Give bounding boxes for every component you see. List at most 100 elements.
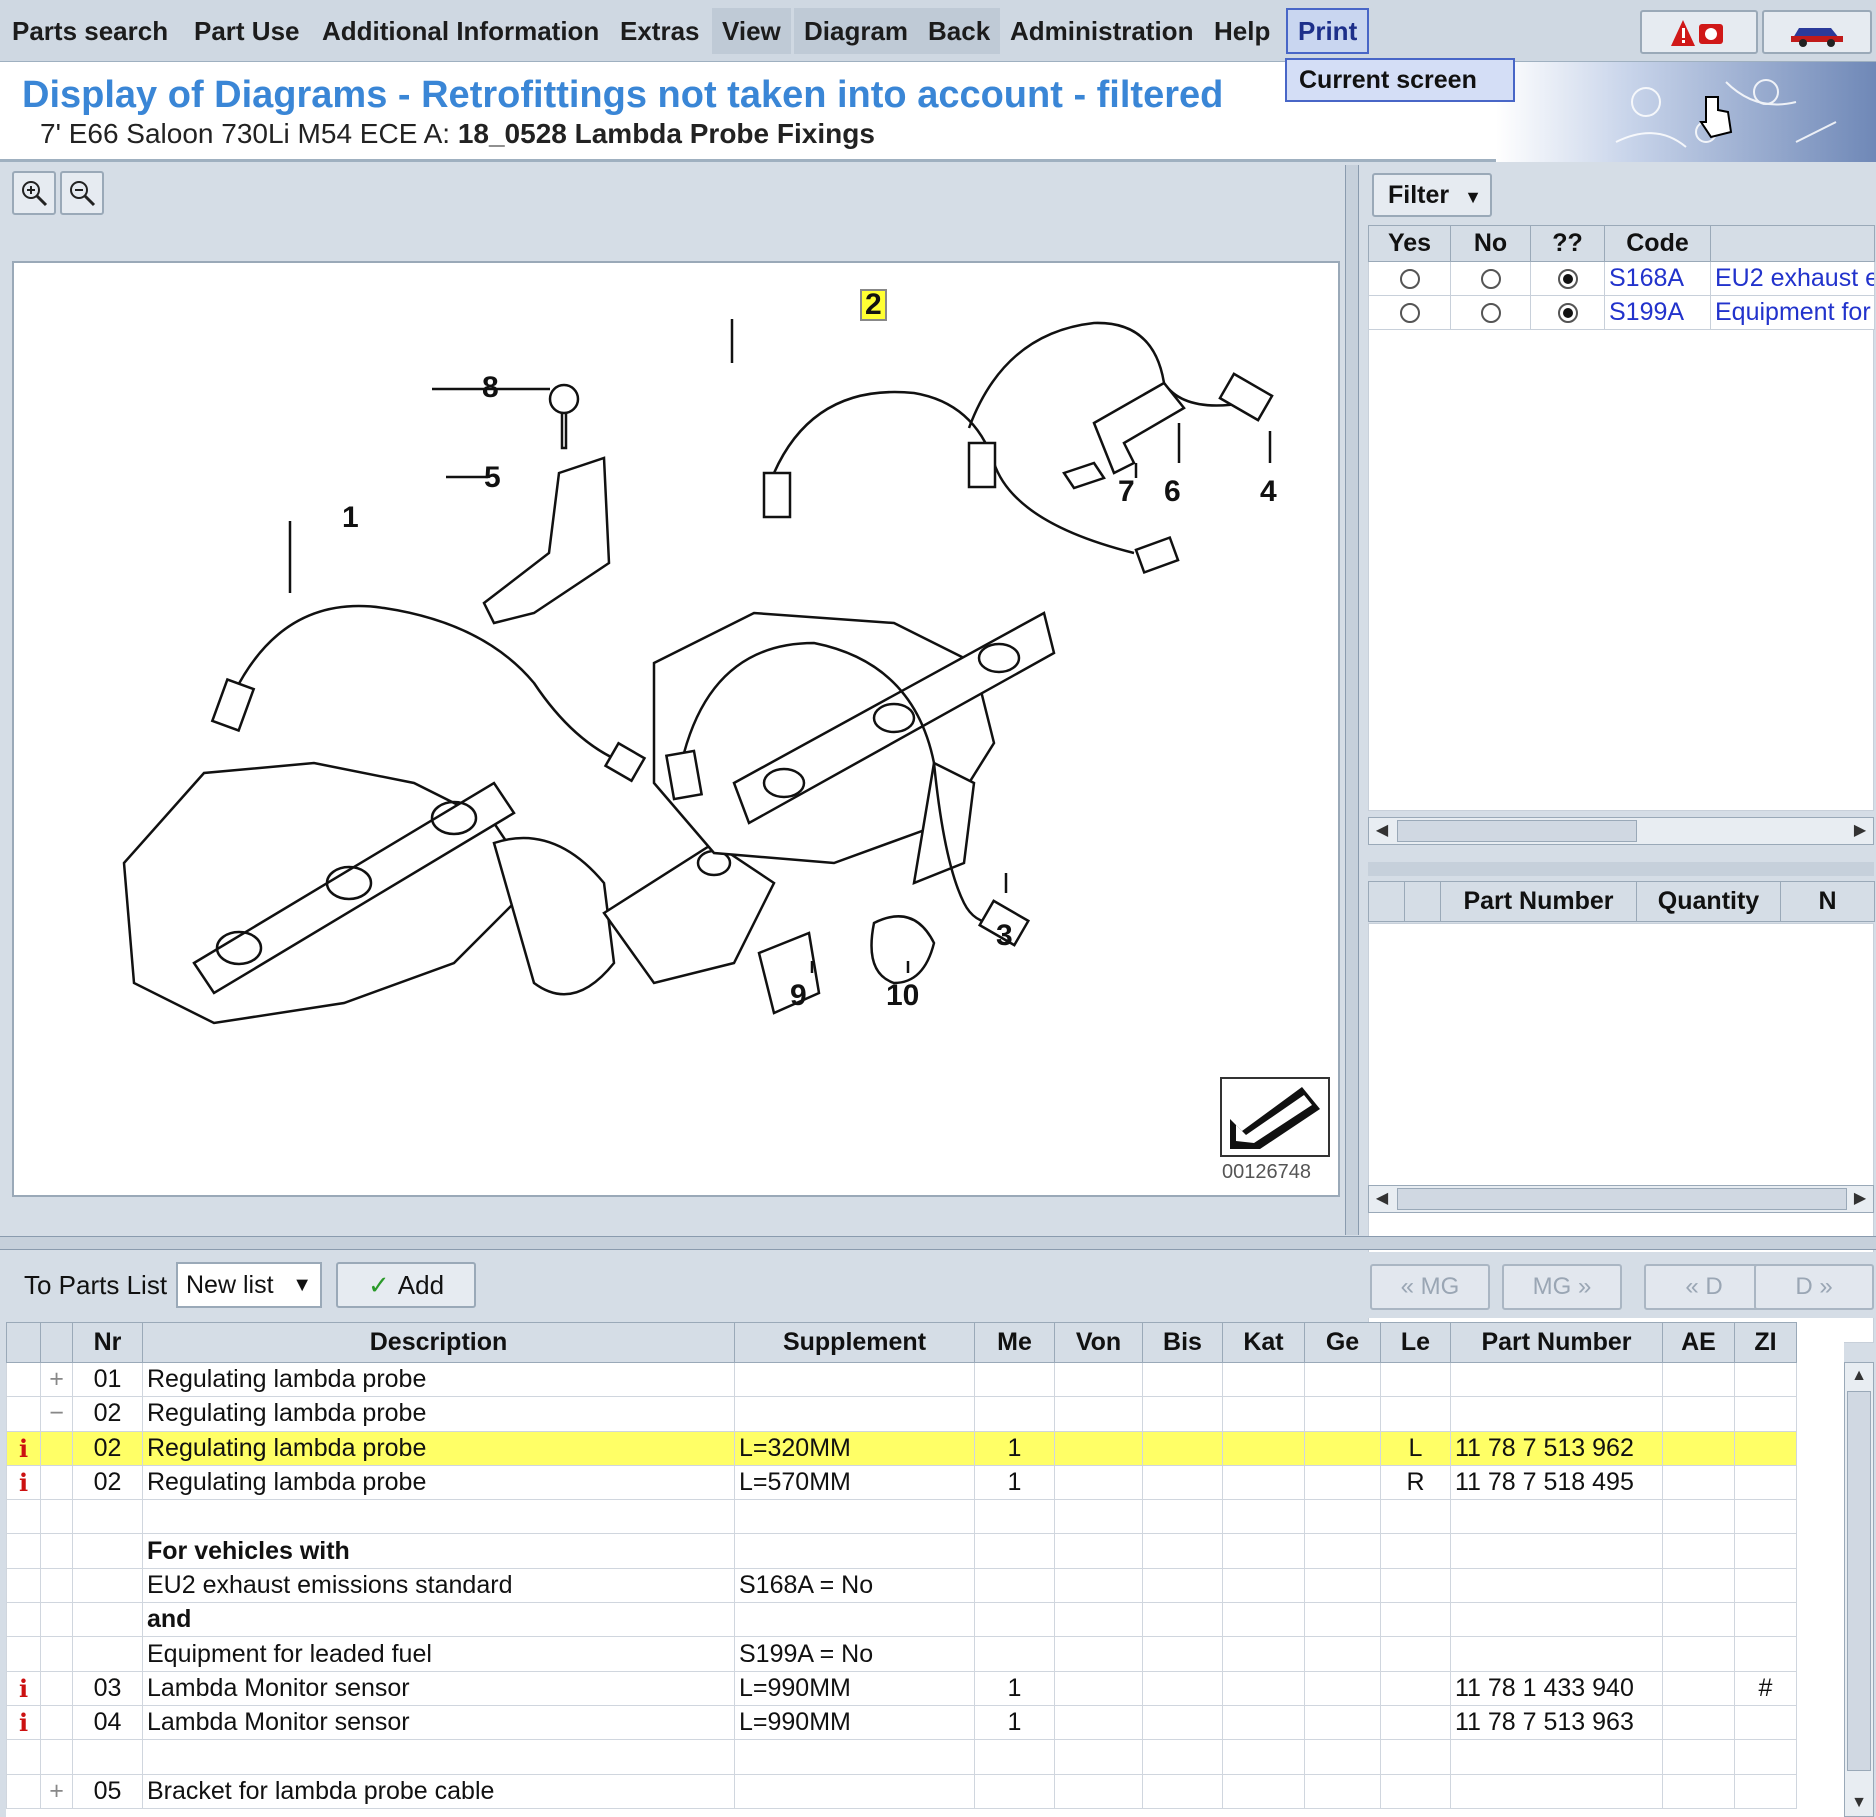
filter-col-description[interactable] bbox=[1710, 225, 1875, 262]
menu-additional-information[interactable]: Additional Information bbox=[312, 8, 609, 54]
scroll-up-icon[interactable]: ▲ bbox=[1845, 1363, 1873, 1389]
parts-list-select[interactable]: New list ▼ bbox=[176, 1262, 322, 1308]
scroll-right-icon[interactable]: ▶ bbox=[1847, 1186, 1873, 1212]
zoom-out-button[interactable] bbox=[60, 171, 104, 215]
info-icon[interactable]: i bbox=[6, 1704, 41, 1741]
tree-toggle-icon[interactable] bbox=[40, 1499, 73, 1535]
tree-toggle-icon[interactable] bbox=[40, 1430, 73, 1466]
menu-administration[interactable]: Administration bbox=[1000, 8, 1203, 54]
next-main-group-button[interactable]: MG » bbox=[1502, 1264, 1622, 1310]
col-bis[interactable]: Bis bbox=[1142, 1322, 1223, 1363]
filter-col-yes[interactable]: Yes bbox=[1368, 225, 1451, 262]
horizontal-splitter[interactable] bbox=[0, 1236, 1876, 1250]
table-row[interactable]: Equipment for leaded fuel S199A = No bbox=[6, 1636, 1797, 1672]
col-zi[interactable]: ZI bbox=[1734, 1322, 1797, 1363]
filter-col-code[interactable]: Code bbox=[1604, 225, 1711, 262]
info-icon[interactable] bbox=[6, 1602, 41, 1638]
info-icon[interactable]: i bbox=[6, 1430, 41, 1466]
filter-dropdown-button[interactable]: Filter ▼ bbox=[1372, 173, 1492, 217]
callout-10[interactable]: 10 bbox=[886, 979, 919, 1013]
prev-diagram-button[interactable]: « D bbox=[1644, 1264, 1764, 1310]
parts-vertical-scrollbar[interactable]: ▲ ▼ bbox=[1844, 1362, 1874, 1817]
tree-toggle-icon[interactable] bbox=[40, 1636, 73, 1672]
table-row[interactable] bbox=[6, 1739, 1797, 1775]
scroll-thumb[interactable] bbox=[1847, 1391, 1871, 1771]
scroll-left-icon[interactable]: ◀ bbox=[1369, 818, 1395, 844]
next-diagram-nav-button[interactable]: D » bbox=[1754, 1264, 1874, 1310]
next-diagram-button[interactable] bbox=[1220, 1077, 1330, 1157]
tree-toggle-icon[interactable] bbox=[40, 1567, 73, 1604]
col-von[interactable]: Von bbox=[1054, 1322, 1143, 1363]
col-ge[interactable]: Ge bbox=[1304, 1322, 1381, 1363]
pn-col-n[interactable]: N bbox=[1780, 881, 1875, 922]
col-kat[interactable]: Kat bbox=[1222, 1322, 1305, 1363]
scroll-down-icon[interactable]: ▼ bbox=[1845, 1790, 1873, 1816]
callout-6[interactable]: 6 bbox=[1164, 475, 1181, 509]
col-me[interactable]: Me bbox=[974, 1322, 1055, 1363]
radio-yes[interactable] bbox=[1399, 303, 1420, 324]
pn-col-part-number[interactable]: Part Number bbox=[1440, 881, 1637, 922]
menu-print[interactable]: Print bbox=[1286, 8, 1370, 54]
radio-no[interactable] bbox=[1480, 269, 1501, 290]
info-icon[interactable] bbox=[6, 1773, 41, 1809]
table-row[interactable]: +01 Regulating lambda probe bbox=[6, 1361, 1797, 1398]
menu-back[interactable]: Back bbox=[918, 8, 1001, 54]
info-icon[interactable] bbox=[6, 1636, 41, 1672]
filter-horizontal-scrollbar[interactable]: ◀ ▶ bbox=[1368, 817, 1874, 845]
table-row[interactable]: EU2 exhaust emissions standard S168A = No bbox=[6, 1567, 1797, 1604]
radio-no[interactable] bbox=[1480, 303, 1501, 324]
scroll-thumb[interactable] bbox=[1397, 1188, 1847, 1210]
menu-view[interactable]: View bbox=[712, 8, 791, 54]
table-row[interactable] bbox=[6, 1499, 1797, 1535]
diagram-canvas[interactable]: 1 2 3 4 5 6 7 8 9 10 00126748 bbox=[12, 261, 1340, 1197]
info-icon[interactable] bbox=[6, 1533, 41, 1569]
callout-8[interactable]: 8 bbox=[482, 371, 499, 405]
menu-diagram[interactable]: Diagram bbox=[794, 8, 919, 54]
filter-description[interactable]: EU2 exhaust e bbox=[1710, 261, 1875, 296]
prev-main-group-button[interactable]: « MG bbox=[1370, 1264, 1490, 1310]
filter-code[interactable]: S199A bbox=[1604, 295, 1711, 330]
col-description[interactable]: Description bbox=[142, 1322, 735, 1363]
col-supplement[interactable]: Supplement bbox=[734, 1322, 975, 1363]
table-row[interactable]: For vehicles with bbox=[6, 1533, 1797, 1569]
info-icon[interactable] bbox=[6, 1361, 41, 1398]
print-current-screen-item[interactable]: Current screen bbox=[1285, 58, 1515, 102]
col-ae[interactable]: AE bbox=[1662, 1322, 1735, 1363]
tree-toggle-icon[interactable] bbox=[40, 1464, 73, 1501]
tree-toggle-icon[interactable]: − bbox=[40, 1396, 73, 1432]
info-icon[interactable] bbox=[6, 1396, 41, 1432]
info-icon[interactable] bbox=[6, 1499, 41, 1535]
scroll-thumb[interactable] bbox=[1397, 820, 1637, 842]
filter-col-unknown[interactable]: ?? bbox=[1530, 225, 1605, 262]
table-row[interactable]: i 02 Regulating lambda probe L=570MM 1 R 11 78… bbox=[6, 1464, 1797, 1501]
warning-toolbar-button[interactable] bbox=[1640, 10, 1758, 54]
menu-parts-search[interactable]: Parts search bbox=[2, 8, 178, 54]
tree-toggle-icon[interactable]: + bbox=[40, 1773, 73, 1809]
info-icon[interactable] bbox=[6, 1567, 41, 1604]
info-icon[interactable]: i bbox=[6, 1670, 41, 1706]
callout-3[interactable]: 3 bbox=[996, 919, 1013, 953]
callout-1[interactable]: 1 bbox=[342, 501, 359, 535]
filter-col-no[interactable]: No bbox=[1450, 225, 1531, 262]
table-row[interactable]: i 04 Lambda Monitor sensor L=990MM 1 11 78 7 … bbox=[6, 1704, 1797, 1741]
tree-toggle-icon[interactable] bbox=[40, 1533, 73, 1569]
radio-unknown[interactable] bbox=[1557, 303, 1578, 324]
part-horizontal-scrollbar[interactable]: ◀ ▶ bbox=[1368, 1185, 1874, 1213]
scroll-left-icon[interactable]: ◀ bbox=[1369, 1186, 1395, 1212]
radio-unknown[interactable] bbox=[1557, 269, 1578, 290]
filter-code[interactable]: S168A bbox=[1604, 261, 1711, 296]
tree-toggle-icon[interactable]: + bbox=[40, 1361, 73, 1398]
scroll-right-icon[interactable]: ▶ bbox=[1847, 818, 1873, 844]
tree-toggle-icon[interactable] bbox=[40, 1739, 73, 1775]
table-row[interactable]: −02 Regulating lambda probe bbox=[6, 1396, 1797, 1432]
callout-4[interactable]: 4 bbox=[1260, 475, 1277, 509]
col-nr[interactable]: Nr bbox=[72, 1322, 143, 1363]
zoom-in-button[interactable] bbox=[12, 171, 56, 215]
table-row[interactable]: +05 Bracket for lambda probe cable bbox=[6, 1773, 1797, 1809]
info-icon[interactable] bbox=[6, 1739, 41, 1775]
info-icon[interactable]: i bbox=[6, 1464, 41, 1501]
filter-description[interactable]: Equipment for bbox=[1710, 295, 1875, 330]
callout-7[interactable]: 7 bbox=[1118, 475, 1135, 509]
tree-toggle-icon[interactable] bbox=[40, 1670, 73, 1706]
table-row[interactable]: and bbox=[6, 1602, 1797, 1638]
